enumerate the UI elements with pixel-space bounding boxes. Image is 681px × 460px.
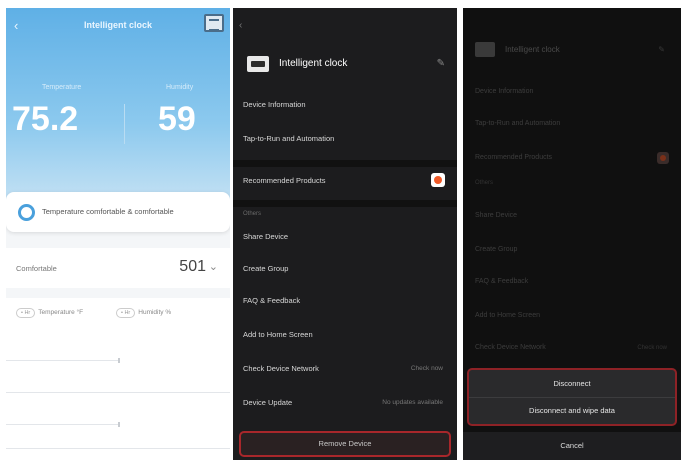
device-header[interactable]: Intelligent clock ✎	[233, 50, 457, 86]
menu-item-create-group: Create Group	[463, 240, 681, 262]
comfort-value: 501	[179, 258, 206, 275]
divider	[124, 104, 125, 144]
menu-item-share-device: Share Device	[463, 206, 681, 228]
menu-item-label: Check Device Network	[475, 344, 546, 351]
menu-item-label: Add to Home Screen	[243, 330, 313, 339]
status-ring-icon	[18, 204, 35, 221]
menu-item-add-to-home[interactable]: Add to Home Screen	[233, 324, 457, 346]
menu-item-value: Check now	[637, 345, 667, 351]
menu-icon[interactable]	[204, 14, 224, 32]
legend-chip: • Hr	[16, 308, 36, 318]
remove-device-sheet-panel: Intelligent clock ✎ Device Information T…	[463, 8, 681, 460]
menu-item-label: Tap-to-Run and Automation	[243, 134, 335, 143]
menu-item-label: Add to Home Screen	[475, 312, 540, 319]
edit-icon[interactable]: ✎	[437, 58, 445, 69]
divider	[469, 397, 675, 398]
legend-humidity[interactable]: • Hr Humidity %	[116, 308, 171, 318]
legend-label: Temperature °F	[38, 309, 84, 316]
menu-item-value: No updates available	[382, 399, 443, 406]
humidity-label: Humidity	[166, 84, 194, 91]
chevron-down-icon[interactable]: ⌄	[209, 260, 218, 273]
menu-item-label: Device Information	[243, 100, 306, 109]
section-header-others: Others	[243, 211, 262, 217]
chart-tick	[118, 422, 120, 427]
disconnect-button[interactable]: Disconnect	[469, 379, 675, 388]
menu-item-label: FAQ & Feedback	[475, 278, 529, 285]
comfort-label: Comfortable	[16, 264, 57, 273]
edit-icon: ✎	[658, 45, 665, 54]
menu-item-label: Share Device	[475, 212, 518, 219]
menu-item-label: Tap-to-Run and Automation	[475, 120, 561, 127]
comfort-selector[interactable]: Comfortable 501 ⌄	[6, 248, 230, 288]
menu-item-label: Create Group	[475, 246, 518, 253]
legend-chip: • Hr	[116, 308, 136, 318]
recommended-product-icon	[657, 152, 669, 164]
menu-item-label: Check Device Network	[243, 364, 319, 373]
menu-item-share-device[interactable]: Share Device	[233, 226, 457, 248]
menu-item-device-update[interactable]: Device Update No updates available	[233, 392, 457, 414]
menu-item-label: FAQ & Feedback	[243, 296, 301, 305]
menu-item-tap-to-run[interactable]: Tap-to-Run and Automation	[233, 128, 457, 150]
device-name: Intelligent clock	[505, 45, 560, 54]
recommended-product-icon	[431, 173, 445, 187]
device-header: Intelligent clock ✎	[463, 38, 681, 66]
chart-gridline	[6, 448, 230, 449]
menu-item-device-information: Device Information	[463, 82, 681, 104]
chart-gridline	[6, 424, 118, 425]
menu-item-faq-feedback[interactable]: FAQ & Feedback	[233, 290, 457, 312]
status-text: Temperature comfortable & comfortable	[42, 207, 174, 216]
section-header-others: Others	[475, 180, 494, 186]
menu-item-add-to-home: Add to Home Screen	[463, 306, 681, 328]
legend-temperature[interactable]: • Hr Temperature °F	[16, 308, 83, 318]
menu-item-faq-feedback: FAQ & Feedback	[463, 272, 681, 294]
sensor-hero: ‹ Intelligent clock Temperature 75.2 Hum…	[6, 8, 230, 218]
chart-gridline	[6, 392, 230, 393]
device-name: Intelligent clock	[279, 58, 348, 69]
device-home-panel: ‹ Intelligent clock Temperature 75.2 Hum…	[6, 8, 230, 460]
cancel-button[interactable]: Cancel	[463, 432, 681, 460]
temperature-label: Temperature	[42, 84, 82, 91]
menu-item-label: Recommended Products	[243, 176, 326, 185]
remove-device-button[interactable]: Remove Device	[239, 431, 451, 457]
menu-item-label: Recommended Products	[475, 154, 553, 161]
device-icon	[475, 42, 495, 57]
device-settings-panel: ‹ Intelligent clock ✎ Device Information…	[233, 8, 457, 460]
back-arrow-icon[interactable]: ‹	[239, 20, 242, 31]
humidity-value: 59	[158, 100, 196, 138]
menu-item-recommended-products[interactable]: Recommended Products	[233, 170, 457, 192]
comfort-status-card: Temperature comfortable & comfortable	[6, 192, 230, 232]
temperature-value: 75.2	[12, 100, 79, 138]
legend-label: Humidity %	[138, 309, 172, 316]
menu-item-recommended-products: Recommended Products	[463, 148, 681, 170]
disconnect-wipe-button[interactable]: Disconnect and wipe data	[469, 406, 675, 415]
history-chart: • Hr Temperature °F • Hr Humidity %	[6, 298, 230, 460]
page-title: Intelligent clock	[83, 20, 152, 30]
device-icon	[247, 56, 269, 72]
section-separator	[233, 200, 457, 207]
menu-item-create-group[interactable]: Create Group	[233, 258, 457, 280]
section-separator	[233, 160, 457, 167]
menu-item-device-information[interactable]: Device Information	[233, 94, 457, 116]
menu-item-check-network: Check Device Network Check now	[463, 338, 681, 360]
menu-item-label: Create Group	[243, 264, 289, 273]
chart-tick	[118, 358, 120, 363]
menu-item-value: Check now	[410, 365, 443, 372]
menu-item-label: Share Device	[243, 232, 289, 241]
menu-item-check-network[interactable]: Check Device Network Check now	[233, 358, 457, 380]
menu-item-tap-to-run: Tap-to-Run and Automation	[463, 114, 681, 136]
menu-item-label: Device Update	[243, 398, 293, 407]
menu-item-label: Device Information	[475, 88, 534, 95]
chart-gridline	[6, 360, 118, 361]
disconnect-action-sheet: Disconnect Disconnect and wipe data	[467, 368, 677, 426]
